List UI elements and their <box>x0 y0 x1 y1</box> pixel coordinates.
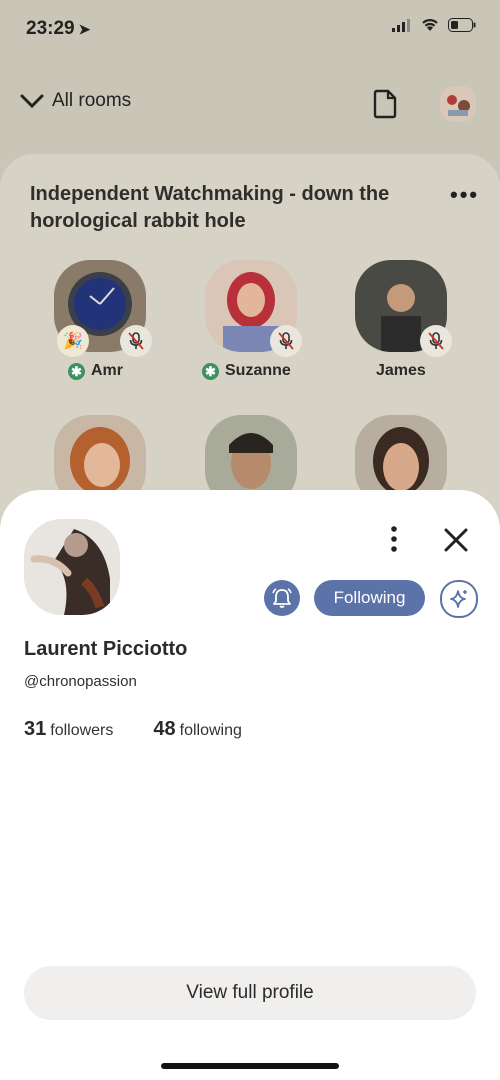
muted-mic-icon <box>270 325 302 357</box>
muted-mic-icon <box>420 325 452 357</box>
sparkle-icon <box>450 590 467 608</box>
sparkle-button[interactable] <box>440 580 478 618</box>
room-title: Independent Watchmaking - down the horol… <box>30 183 390 232</box>
profile-handle: @chronopassion <box>24 673 137 690</box>
my-avatar[interactable] <box>440 86 476 122</box>
battery-icon <box>448 18 476 32</box>
profile-avatar[interactable] <box>24 519 120 615</box>
party-emoji-icon: 🎉 <box>57 325 89 357</box>
chevron-down-icon <box>20 94 44 109</box>
moderator-icon: ✱ <box>68 362 85 380</box>
status-icons <box>392 18 476 32</box>
following-button[interactable]: Following <box>314 580 425 616</box>
all-rooms-label: All rooms <box>52 90 132 111</box>
followers-label: followers <box>50 722 114 739</box>
followers-stat[interactable]: 31 followers <box>24 718 113 741</box>
room-more-button[interactable]: ••• <box>450 182 479 208</box>
speaker-name-james: James <box>376 362 426 379</box>
wifi-icon <box>422 19 438 31</box>
following-stat[interactable]: 48 following <box>153 718 242 741</box>
more-options-button[interactable] <box>386 525 402 560</box>
bell-icon <box>272 588 292 608</box>
followers-count: 31 <box>24 718 47 740</box>
view-full-profile-button[interactable]: View full profile <box>24 966 476 1020</box>
signal-icon <box>392 18 410 32</box>
close-icon[interactable] <box>442 526 470 559</box>
all-rooms-button[interactable]: All rooms <box>20 90 131 112</box>
notification-bell-button[interactable] <box>264 580 300 616</box>
status-time: 23:29 ➤ <box>26 18 91 39</box>
speaker-name-amr: ✱ Amr <box>68 362 123 380</box>
profile-name: Laurent Picciotto <box>24 638 188 660</box>
moderator-icon: ✱ <box>202 362 219 380</box>
profile-stats: 31 followers 48 following <box>24 718 242 741</box>
home-indicator <box>161 1063 339 1069</box>
speaker-name-suzanne: ✱ Suzanne <box>202 362 291 380</box>
following-label: following <box>179 722 242 739</box>
following-count: 48 <box>153 718 176 740</box>
document-icon[interactable] <box>372 89 398 124</box>
muted-mic-icon <box>120 325 152 357</box>
